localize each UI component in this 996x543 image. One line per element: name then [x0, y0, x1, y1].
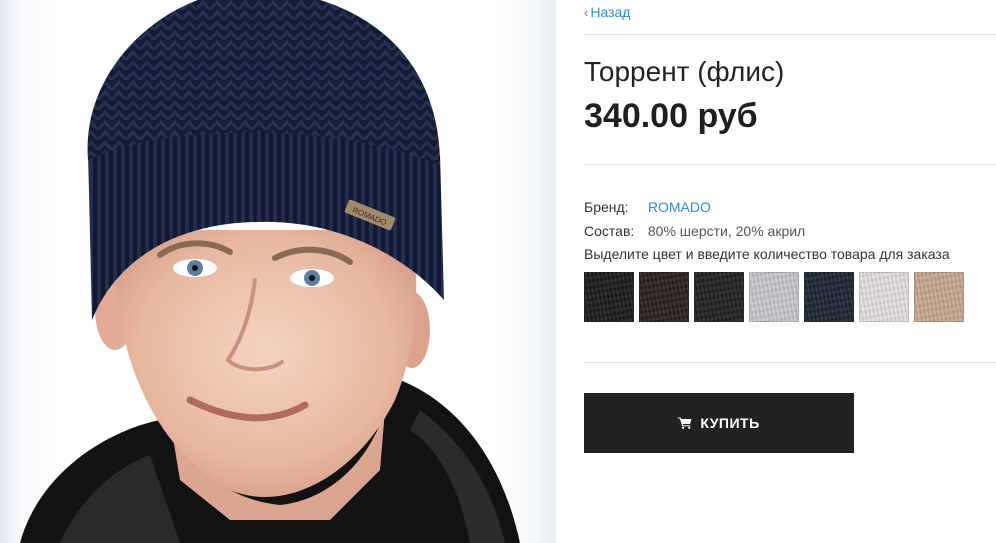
product-panel: ‹ Назад Торрент (флис) 340.00 руб Бренд: … [584, 0, 996, 543]
color-swatch-5[interactable] [804, 272, 854, 322]
composition-label: Состав: [584, 223, 635, 239]
product-title: Торрент (флис) [584, 56, 785, 87]
product-photo-image: ROMADO [20, 0, 520, 543]
buy-button[interactable]: КУПИТЬ [584, 393, 854, 453]
color-swatch-2[interactable] [639, 272, 689, 322]
product-price: 340.00 руб [584, 97, 758, 135]
color-swatch-4[interactable] [749, 272, 799, 322]
color-swatch-3[interactable] [694, 272, 744, 322]
color-swatch-1[interactable] [584, 272, 634, 322]
brand-link[interactable]: ROMADO [648, 199, 711, 215]
back-link[interactable]: ‹ Назад [584, 4, 630, 20]
color-swatch-6[interactable] [859, 272, 909, 322]
color-hint: Выделите цвет и введите количество товар… [584, 246, 950, 262]
brand-label: Бренд: [584, 199, 629, 215]
divider [584, 362, 996, 363]
brand-row: Бренд: ROMADO [584, 199, 711, 215]
composition-row: Состав: 80% шерсти, 20% акрил [584, 223, 805, 239]
divider [584, 34, 996, 35]
composition-value: 80% шерсти, 20% акрил [647, 223, 806, 239]
divider [584, 164, 996, 165]
color-swatches [584, 272, 964, 322]
product-photo: ROMADO [0, 0, 556, 543]
color-swatch-7[interactable] [914, 272, 964, 322]
back-label: Назад [590, 4, 631, 20]
chevron-left-icon: ‹ [584, 5, 589, 20]
cart-icon [678, 417, 692, 429]
buy-button-label: КУПИТЬ [700, 415, 760, 431]
